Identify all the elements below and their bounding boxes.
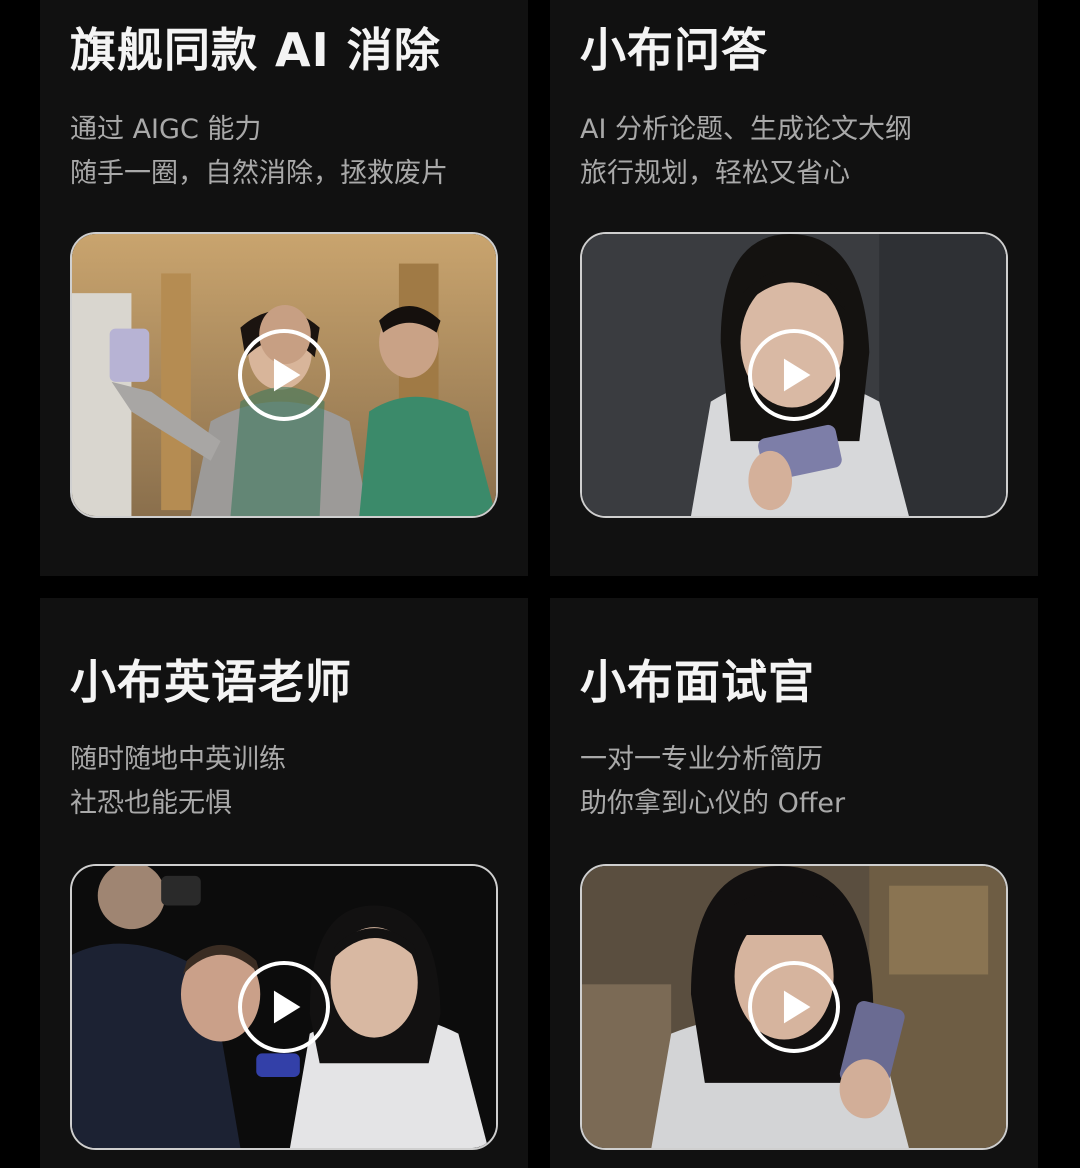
card-desc-line: 随时随地中英训练 [70, 744, 286, 775]
video-thumbnail[interactable] [580, 864, 1008, 1150]
video-thumbnail[interactable] [580, 232, 1008, 518]
play-icon [783, 990, 811, 1024]
card-title: 小布问答 [580, 23, 768, 77]
feature-card-xiaobu-qa: 小布问答 AI 分析论题、生成论文大纲 旅行规划，轻松又省心 [550, 0, 1038, 576]
card-desc-line: AI 分析论题、生成论文大纲 [580, 114, 913, 145]
card-desc-line: 社恐也能无惧 [70, 788, 232, 819]
card-desc-line: 一对一专业分析简历 [580, 744, 823, 775]
card-title: 旗舰同款 AI 消除 [70, 23, 441, 77]
card-description: 一对一专业分析简历 助你拿到心仪的 Offer [580, 738, 845, 826]
card-desc-line: 随手一圈，自然消除，拯救废片 [70, 158, 448, 189]
card-title: 小布面试官 [580, 655, 815, 709]
video-thumbnail[interactable] [70, 864, 498, 1150]
feature-card-interviewer: 小布面试官 一对一专业分析简历 助你拿到心仪的 Offer [550, 598, 1038, 1168]
card-desc-line: 助你拿到心仪的 Offer [580, 788, 846, 819]
play-icon [273, 358, 301, 392]
play-icon [273, 990, 301, 1024]
video-thumbnail[interactable] [70, 232, 498, 518]
card-description: AI 分析论题、生成论文大纲 旅行规划，轻松又省心 [580, 108, 912, 196]
play-button[interactable] [238, 329, 330, 421]
play-button[interactable] [748, 961, 840, 1053]
play-icon [783, 358, 811, 392]
card-description: 随时随地中英训练 社恐也能无惧 [70, 738, 286, 826]
play-button[interactable] [748, 329, 840, 421]
feature-card-english-teacher: 小布英语老师 随时随地中英训练 社恐也能无惧 [40, 598, 528, 1168]
card-title: 小布英语老师 [70, 655, 352, 709]
card-description: 通过 AIGC 能力 随手一圈，自然消除，拯救废片 [70, 108, 448, 196]
feature-card-ai-erase: 旗舰同款 AI 消除 通过 AIGC 能力 随手一圈，自然消除，拯救废片 [40, 0, 528, 576]
card-desc-line: 旅行规划，轻松又省心 [580, 158, 850, 189]
play-button[interactable] [238, 961, 330, 1053]
card-desc-line: 通过 AIGC 能力 [70, 114, 262, 145]
